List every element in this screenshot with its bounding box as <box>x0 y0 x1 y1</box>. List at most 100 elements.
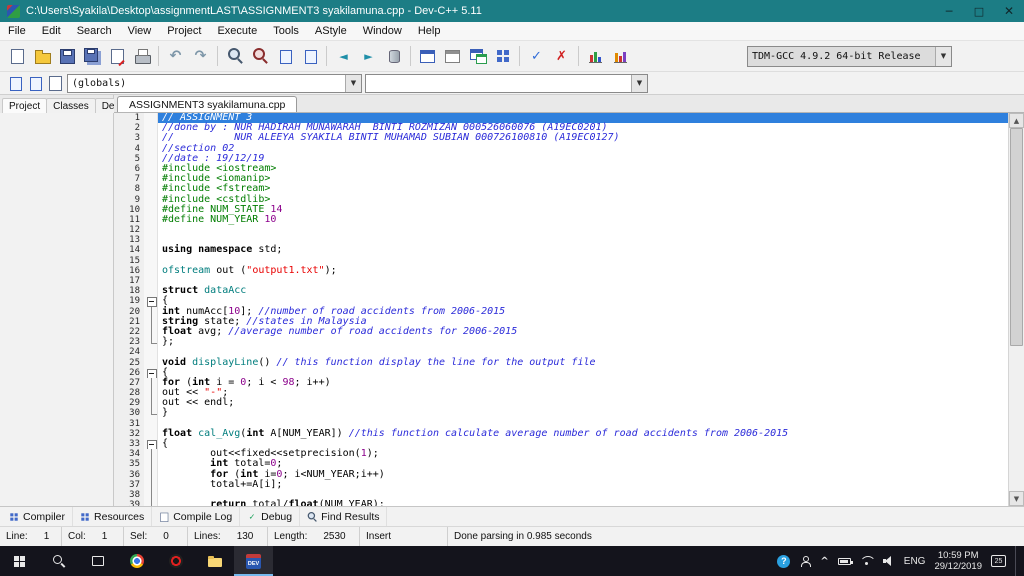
language-indicator[interactable]: ENG <box>904 556 926 567</box>
panel-tab-project[interactable]: Project <box>2 98 47 113</box>
line-number[interactable]: 14 <box>114 245 144 255</box>
code-line[interactable]: 28out << "-"; <box>114 388 1008 398</box>
new-source-button[interactable] <box>4 44 29 69</box>
code-line[interactable]: 29out << endl; <box>114 398 1008 408</box>
line-number[interactable]: 31 <box>114 419 144 429</box>
fold-toggle-icon[interactable] <box>144 296 158 306</box>
line-number[interactable]: 17 <box>114 276 144 286</box>
code-line[interactable]: 3// NUR ALEEYA SYAKILA BINTI MUHAMAD SUB… <box>114 133 1008 143</box>
chevron-down-icon[interactable]: ▼ <box>345 75 361 92</box>
code-line[interactable]: 18struct dataAcc <box>114 286 1008 296</box>
media-app-taskbar-button[interactable] <box>156 546 195 576</box>
class-browser-button[interactable] <box>44 74 64 93</box>
code-line[interactable]: 25void displayLine() // this function di… <box>114 358 1008 368</box>
menu-item-help[interactable]: Help <box>410 23 449 39</box>
line-number[interactable]: 9 <box>114 195 144 205</box>
menu-item-edit[interactable]: Edit <box>34 23 69 39</box>
syntax-check-button[interactable]: ✓ <box>524 44 549 69</box>
line-number[interactable]: 3 <box>114 133 144 143</box>
hidden-icons-button[interactable]: ^ <box>820 546 828 576</box>
code-line[interactable]: 37 total+=A[i]; <box>114 480 1008 490</box>
open-file-button[interactable] <box>29 44 54 69</box>
redo-button[interactable]: ↷ <box>188 44 213 69</box>
chrome-taskbar-button[interactable] <box>117 546 156 576</box>
report-tab-debug[interactable]: ✓Debug <box>240 507 300 526</box>
line-number[interactable]: 20 <box>114 307 144 317</box>
find-next-button[interactable] <box>272 44 297 69</box>
line-number[interactable]: 26 <box>114 368 144 378</box>
editor-vertical-scrollbar[interactable]: ▲ ▼ <box>1008 113 1024 506</box>
goto-declaration-button[interactable] <box>4 74 24 93</box>
line-number[interactable]: 4 <box>114 144 144 154</box>
run-button[interactable] <box>440 44 465 69</box>
task-view-button[interactable] <box>78 546 117 576</box>
line-number[interactable]: 7 <box>114 174 144 184</box>
code-line[interactable]: 12 <box>114 225 1008 235</box>
network-tray-button[interactable] <box>860 546 874 576</box>
menu-item-astyle[interactable]: AStyle <box>307 23 355 39</box>
fold-toggle-icon[interactable] <box>144 368 158 378</box>
code-line[interactable]: 16ofstream out ("output1.txt"); <box>114 266 1008 276</box>
battery-tray-button[interactable] <box>838 546 851 576</box>
back-button[interactable]: ◄ <box>331 44 356 69</box>
show-desktop-button[interactable] <box>1015 546 1020 576</box>
menu-item-execute[interactable]: Execute <box>209 23 265 39</box>
close-button[interactable]: ✕ <box>994 0 1024 22</box>
line-number[interactable]: 23 <box>114 337 144 347</box>
code-line[interactable]: 14using namespace std; <box>114 245 1008 255</box>
line-number[interactable]: 1 <box>114 113 144 123</box>
globals-select[interactable]: (globals) ▼ <box>67 74 362 93</box>
goto-definition-button[interactable] <box>24 74 44 93</box>
line-number[interactable]: 34 <box>114 449 144 459</box>
volume-tray-button[interactable] <box>883 546 895 576</box>
code-line[interactable]: 22float avg; //average number of road ac… <box>114 327 1008 337</box>
line-number[interactable]: 10 <box>114 205 144 215</box>
help-tray-button[interactable]: ? <box>777 546 790 576</box>
code-line[interactable]: 23}; <box>114 337 1008 347</box>
code-line[interactable]: 27for (int i = 0; i < 98; i++) <box>114 378 1008 388</box>
chevron-down-icon[interactable]: ▼ <box>935 47 951 66</box>
compiler-profile-select[interactable]: TDM-GCC 4.9.2 64-bit Release ▼ <box>747 46 952 67</box>
save-button[interactable] <box>54 44 79 69</box>
close-file-button[interactable] <box>104 44 129 69</box>
line-number[interactable]: 24 <box>114 347 144 357</box>
line-number[interactable]: 36 <box>114 470 144 480</box>
report-tab-find-results[interactable]: Find Results <box>300 507 387 526</box>
compile-run-button[interactable] <box>465 44 490 69</box>
scrollbar-thumb[interactable] <box>1010 128 1023 346</box>
line-number[interactable]: 29 <box>114 398 144 408</box>
line-number[interactable]: 30 <box>114 408 144 418</box>
line-number[interactable]: 11 <box>114 215 144 225</box>
menu-item-view[interactable]: View <box>120 23 160 39</box>
line-number[interactable]: 12 <box>114 225 144 235</box>
people-tray-button[interactable] <box>799 546 811 576</box>
menu-item-window[interactable]: Window <box>355 23 410 39</box>
menu-item-search[interactable]: Search <box>69 23 120 39</box>
scroll-up-icon[interactable]: ▲ <box>1009 113 1024 128</box>
maximize-button[interactable]: □ <box>964 0 994 22</box>
code-line[interactable]: 30} <box>114 408 1008 418</box>
forward-button[interactable]: ► <box>356 44 381 69</box>
panel-tab-classes[interactable]: Classes <box>46 98 96 113</box>
line-number[interactable]: 2 <box>114 123 144 133</box>
line-number[interactable]: 21 <box>114 317 144 327</box>
line-number[interactable]: 37 <box>114 480 144 490</box>
line-number[interactable]: 5 <box>114 154 144 164</box>
file-explorer-taskbar-button[interactable] <box>195 546 234 576</box>
scroll-down-icon[interactable]: ▼ <box>1009 491 1024 506</box>
goto-line-button[interactable] <box>297 44 322 69</box>
line-number[interactable]: 13 <box>114 235 144 245</box>
profiling-log-button[interactable] <box>608 44 633 69</box>
scrollbar-track[interactable] <box>1009 128 1024 491</box>
report-tab-compiler[interactable]: Compiler <box>2 507 73 526</box>
start-button[interactable] <box>0 546 39 576</box>
line-number[interactable]: 38 <box>114 490 144 500</box>
line-number[interactable]: 22 <box>114 327 144 337</box>
save-all-button[interactable] <box>79 44 104 69</box>
chevron-down-icon[interactable]: ▼ <box>631 75 647 92</box>
line-number[interactable]: 35 <box>114 459 144 469</box>
code-line[interactable]: 11#define NUM_YEAR 10 <box>114 215 1008 225</box>
line-number[interactable]: 8 <box>114 184 144 194</box>
abort-compile-button[interactable]: ✗ <box>549 44 574 69</box>
menu-item-project[interactable]: Project <box>159 23 209 39</box>
